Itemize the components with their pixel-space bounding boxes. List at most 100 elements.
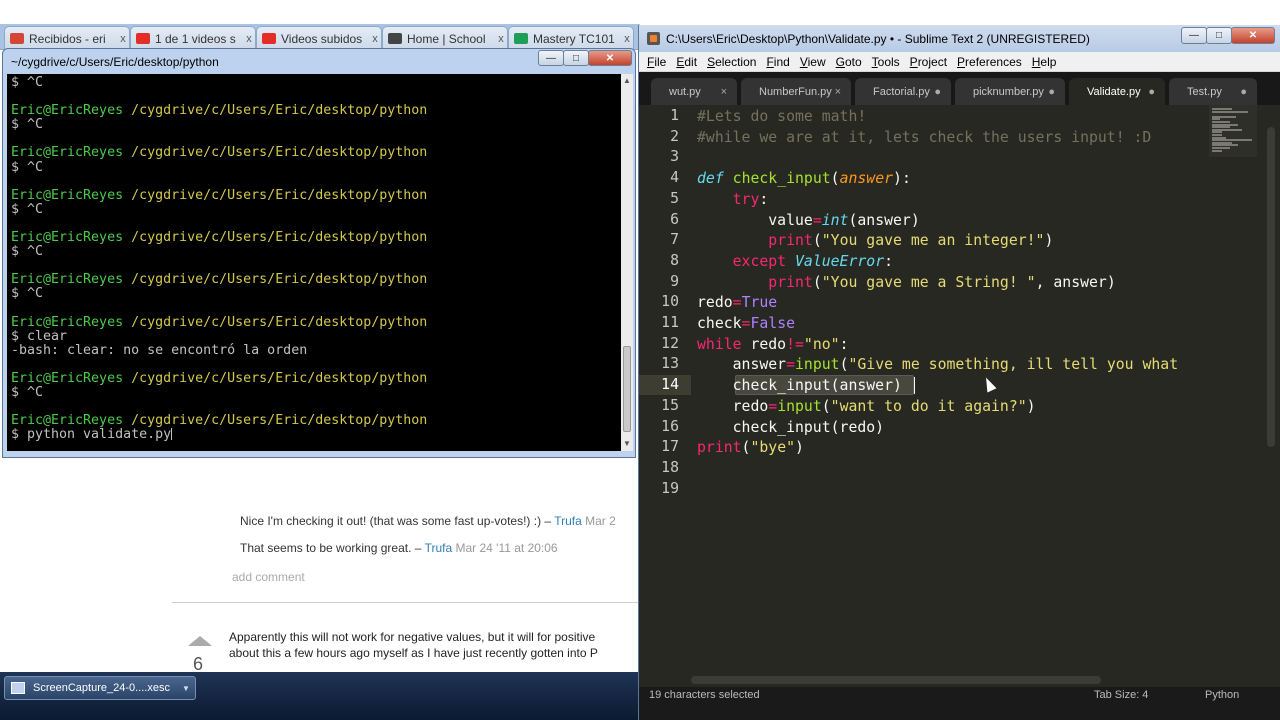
close-icon[interactable]: × [721, 86, 727, 98]
status-bar: 19 characters selected Tab Size: 4 Pytho… [639, 687, 1280, 720]
unsaved-dot-icon[interactable]: ● [934, 86, 941, 98]
minimap[interactable] [1209, 105, 1257, 157]
editor-tab[interactable]: NumberFun.py × [741, 78, 851, 105]
menu-item[interactable]: File [647, 55, 666, 69]
divider [172, 602, 640, 603]
code-token: redo [697, 397, 769, 415]
terminal-scrollbar[interactable]: ▲ ▼ [621, 74, 633, 451]
comment-date: Mar 2 [585, 514, 616, 528]
text-caret [914, 377, 915, 394]
menu-item[interactable]: Goto [836, 55, 862, 69]
browser-tab[interactable]: Videos subidos x [256, 26, 382, 50]
code-token: check_input(answer) [697, 377, 902, 395]
unsaved-dot-icon[interactable]: ● [1240, 86, 1247, 98]
code-line: #while we are at it, lets check the user… [697, 128, 1151, 148]
menu-item[interactable]: View [800, 55, 826, 69]
terminal-text: -bash: clear: no se encontró la orden [11, 342, 308, 358]
menu-label: iew [807, 54, 826, 69]
close-button[interactable]: ✕ [588, 50, 632, 66]
terminal-line: Eric@EricReyes /cygdrive/c/Users/Eric/de… [11, 370, 621, 386]
browser-tab-label: Mastery TC101 [533, 31, 615, 46]
editor-tab[interactable]: picknumber.py ● [955, 78, 1065, 105]
add-comment-link[interactable]: add comment [232, 570, 305, 584]
minimap-line [1212, 110, 1248, 113]
code-area[interactable]: #Lets do some math! #while we are at it, … [697, 105, 1263, 687]
taskbar-item-label: ScreenCapture_24-0....xesc [33, 682, 170, 694]
editor-tab-label: wut.py [669, 85, 701, 98]
code-token: ( [812, 232, 822, 250]
minimize-button[interactable]: — [1181, 27, 1207, 44]
menu-item[interactable]: Help [1032, 55, 1057, 69]
close-icon[interactable]: x [117, 33, 129, 45]
line-number: 15 [661, 396, 679, 414]
chevron-down-icon[interactable]: ▼ [182, 684, 192, 693]
prompt-user: Eric@EricReyes [11, 145, 124, 161]
close-icon[interactable]: x [243, 33, 255, 45]
code-token: #while we are at it, lets check the user… [697, 128, 1152, 146]
menu-mnemonic: F [766, 54, 774, 69]
vertical-scrollbar[interactable] [1263, 105, 1280, 687]
scrollbar-thumb[interactable] [691, 676, 1101, 684]
screencapture-icon [11, 682, 25, 694]
scroll-up-arrow-icon[interactable]: ▲ [623, 76, 631, 85]
browser-tab-label: 1 de 1 videos s [155, 31, 236, 46]
menu-item[interactable]: Find [766, 55, 789, 69]
code-token: False [750, 315, 796, 332]
code-token: ( [830, 170, 840, 188]
browser-tab[interactable]: 1 de 1 videos s x [130, 26, 256, 50]
comment-date: Mar 24 '11 at 20:06 [455, 541, 558, 555]
code-line: check_input(answer) [697, 376, 902, 396]
code-token: "You gave me an integer!" [821, 232, 1045, 250]
terminal-text: $ ^C [11, 286, 44, 302]
code-token: check [697, 315, 742, 332]
code-token: = [732, 294, 742, 312]
terminal-text: $ clear [11, 328, 68, 344]
editor-tab[interactable]: Validate.py ● [1069, 78, 1165, 105]
prompt-path: /cygdrive/c/Users/Eric/desktop/python [131, 370, 428, 386]
scrollbar-thumb[interactable] [1267, 127, 1275, 447]
horizontal-scrollbar[interactable] [639, 673, 1263, 687]
comment-user-link[interactable]: Trufa [425, 541, 453, 555]
prompt-path: /cygdrive/c/Users/Eric/desktop/python [131, 413, 428, 429]
code-line: answer=input("Give me something, ill tel… [697, 355, 1178, 375]
menu-item[interactable]: Edit [676, 55, 697, 69]
code-token: "Give me something, ill tell you what [848, 356, 1179, 374]
close-icon[interactable]: x [495, 33, 507, 45]
menu-item[interactable]: Tools [872, 55, 900, 69]
line-number: 18 [661, 458, 679, 476]
menu-item[interactable]: Selection [707, 55, 756, 69]
code-token: check_input [732, 170, 831, 188]
unsaved-dot-icon[interactable]: ● [1048, 86, 1055, 98]
upvote-arrow-icon[interactable] [188, 636, 212, 646]
maximize-button[interactable]: □ [1206, 27, 1232, 44]
code-editor[interactable]: 1 2 3 4 5 6 7 8 9 10 11 12 13 14 15 16 17 18 19 #Lets do s… [639, 105, 1263, 687]
comment-user-link[interactable]: Trufa [554, 514, 582, 528]
browser-tab[interactable]: Recibidos - eri x [4, 26, 130, 50]
syntax-selector[interactable]: Python [1205, 689, 1239, 701]
code-token: print [697, 439, 742, 457]
browser-tab[interactable]: Home | School x [382, 26, 508, 50]
terminal-output[interactable]: $ ^C Eric@EricReyes /cygdrive/c/Users/Eri… [7, 74, 621, 451]
tab-size-selector[interactable]: Tab Size: 4 [1094, 689, 1148, 701]
editor-tab[interactable]: Test.py ● [1169, 78, 1257, 105]
minimize-button[interactable]: — [538, 50, 564, 66]
editor-tab[interactable]: wut.py × [651, 78, 737, 105]
taskbar-item-screencapture[interactable]: ScreenCapture_24-0....xesc ▼ [4, 676, 196, 700]
menu-item[interactable]: Project [910, 55, 947, 69]
close-icon[interactable]: × [835, 86, 841, 98]
browser-tab[interactable]: Mastery TC101 x [508, 26, 634, 50]
comment-text: That seems to be working great. – [240, 541, 422, 555]
unsaved-dot-icon[interactable]: ● [1148, 86, 1155, 98]
close-icon[interactable]: x [369, 33, 381, 45]
scroll-down-arrow-icon[interactable]: ▼ [623, 439, 631, 448]
answer-line: about this a few hours ago myself as I h… [229, 646, 598, 660]
maximize-button[interactable]: □ [563, 50, 589, 66]
close-icon[interactable]: x [621, 33, 633, 45]
menu-label: ools [877, 54, 900, 69]
menu-item[interactable]: Preferences [957, 55, 1022, 69]
close-button[interactable]: ✕ [1231, 27, 1275, 44]
scrollbar-thumb[interactable] [623, 346, 631, 432]
editor-tab[interactable]: Factorial.py ● [855, 78, 951, 105]
